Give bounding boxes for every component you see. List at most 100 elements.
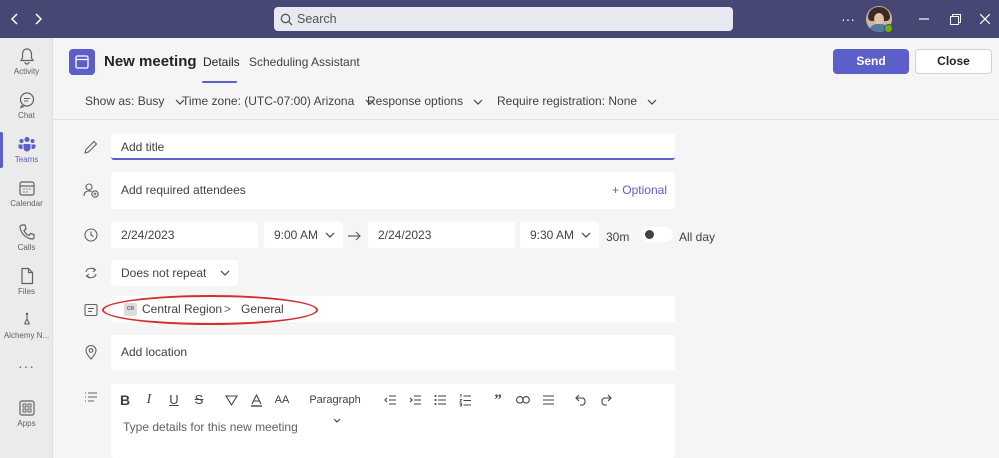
details-editor[interactable]: B I U S AA Paragraph ” Type details for …	[111, 384, 675, 458]
title-field[interactable]: Add title	[111, 134, 675, 160]
chevron-down-icon	[333, 418, 341, 423]
restore-button[interactable]	[945, 8, 965, 30]
chevron-down-icon	[473, 99, 483, 105]
link-icon[interactable]	[515, 390, 531, 410]
rail-item-alchemy[interactable]: Alchemy N...	[0, 304, 53, 348]
calendar-icon	[18, 181, 35, 196]
decrease-indent-icon[interactable]	[382, 390, 398, 410]
rail-label: Teams	[14, 155, 39, 164]
rail-item-calendar[interactable]: Calendar	[0, 172, 53, 216]
minimize-button[interactable]	[914, 8, 934, 30]
details-icon	[85, 392, 97, 402]
title-bar: Search ···	[0, 0, 999, 38]
minimize-icon	[919, 18, 929, 20]
repeat-dropdown[interactable]: Does not repeat	[111, 260, 238, 286]
strikethrough-icon[interactable]: S	[191, 390, 207, 410]
start-date-field[interactable]: 2/24/2023	[111, 222, 258, 248]
app-icon	[23, 312, 30, 325]
close-icon	[979, 13, 991, 25]
pencil-icon	[84, 140, 98, 154]
teams-icon	[18, 137, 35, 152]
back-button[interactable]	[5, 9, 25, 29]
increase-indent-icon[interactable]	[407, 390, 423, 410]
chevron-left-icon	[10, 13, 18, 25]
send-button[interactable]: Send	[833, 49, 909, 74]
rail-item-apps[interactable]: Apps	[0, 392, 53, 436]
close-button[interactable]: Close	[915, 49, 992, 74]
paragraph-dropdown[interactable]: Paragraph	[304, 390, 366, 423]
rail-label: Alchemy N...	[3, 331, 50, 340]
duration-label: 30m	[606, 230, 630, 244]
chevron-down-icon	[220, 270, 230, 276]
more-options-button[interactable]: ···	[838, 8, 858, 30]
show-as-label: Show as: Busy	[85, 94, 165, 108]
forward-button[interactable]	[28, 9, 48, 29]
registration-dropdown[interactable]: Require registration: None	[497, 94, 657, 108]
attendees-placeholder: Add required attendees	[121, 183, 246, 197]
search-icon	[280, 13, 293, 25]
annotation-ellipse	[102, 295, 318, 325]
rail-label: Apps	[17, 419, 36, 428]
apps-icon	[18, 400, 35, 416]
bullet-list-icon[interactable]	[432, 390, 448, 410]
undo-icon[interactable]	[573, 390, 589, 410]
app-rail: Activity Chat Teams Calendar Calls Files…	[0, 38, 53, 458]
search-input[interactable]: Search	[274, 7, 733, 31]
add-person-icon	[83, 183, 99, 198]
more-icon: ···	[18, 358, 35, 374]
font-size-icon[interactable]: AA	[272, 390, 292, 410]
chat-icon	[19, 92, 34, 109]
chevron-right-icon	[35, 13, 43, 25]
optional-attendees-link[interactable]: + Optional	[612, 172, 667, 209]
location-placeholder: Add location	[121, 345, 188, 359]
rail-item-more[interactable]: ···	[0, 354, 53, 378]
active-tab-indicator	[202, 81, 237, 83]
horizontal-rule-icon[interactable]	[540, 390, 556, 410]
clock-icon	[84, 228, 98, 242]
rail-item-activity[interactable]: Activity	[0, 40, 53, 84]
close-window-button[interactable]	[975, 8, 995, 30]
numbered-list-icon[interactable]	[457, 390, 473, 410]
bell-icon	[19, 48, 34, 65]
underline-icon[interactable]: U	[166, 390, 182, 410]
restore-icon	[949, 14, 961, 25]
rail-item-files[interactable]: Files	[0, 260, 53, 304]
quote-icon[interactable]: ”	[490, 390, 506, 410]
presence-badge	[884, 24, 893, 33]
paragraph-label: Paragraph	[309, 394, 361, 406]
rail-label: Chat	[18, 111, 35, 120]
rail-item-calls[interactable]: Calls	[0, 216, 53, 260]
rail-label: Calls	[17, 243, 36, 252]
all-day-toggle[interactable]	[641, 227, 673, 242]
end-date-value: 2/24/2023	[378, 228, 432, 242]
font-color-icon[interactable]	[248, 390, 264, 410]
rail-item-teams[interactable]: Teams	[0, 128, 53, 172]
rail-item-chat[interactable]: Chat	[0, 84, 53, 128]
editor-toolbar: B I U S AA Paragraph ”	[111, 390, 675, 423]
time-zone-dropdown[interactable]: Time zone: (UTC-07:00) Arizona	[182, 94, 375, 108]
divider	[54, 119, 999, 120]
chevron-down-icon	[581, 232, 591, 238]
tab-scheduling-assistant[interactable]: Scheduling Assistant	[249, 55, 360, 69]
all-day-label: All day	[679, 230, 716, 244]
repeat-value: Does not repeat	[121, 266, 207, 280]
start-time-dropdown[interactable]: 9:00 AM	[264, 222, 343, 248]
redo-icon[interactable]	[597, 390, 613, 410]
end-time-value: 9:30 AM	[530, 228, 575, 242]
tab-details[interactable]: Details	[203, 55, 240, 69]
chevron-down-icon	[325, 232, 335, 238]
italic-icon[interactable]: I	[141, 390, 157, 410]
location-field[interactable]: Add location	[111, 335, 675, 370]
arrow-right-icon	[348, 231, 361, 241]
time-zone-label: Time zone: (UTC-07:00) Arizona	[182, 94, 355, 108]
highlight-icon[interactable]	[223, 390, 239, 410]
channel-icon	[84, 303, 98, 317]
bold-icon[interactable]: B	[117, 390, 133, 410]
location-icon	[85, 345, 97, 360]
end-date-field[interactable]: 2/24/2023	[368, 222, 515, 248]
end-time-dropdown[interactable]: 9:30 AM	[520, 222, 599, 248]
show-as-dropdown[interactable]: Show as: Busy	[85, 94, 185, 108]
response-options-dropdown[interactable]: Response options	[367, 94, 483, 108]
start-time-value: 9:00 AM	[274, 228, 319, 242]
attendees-field[interactable]: Add required attendees + Optional	[111, 172, 675, 209]
